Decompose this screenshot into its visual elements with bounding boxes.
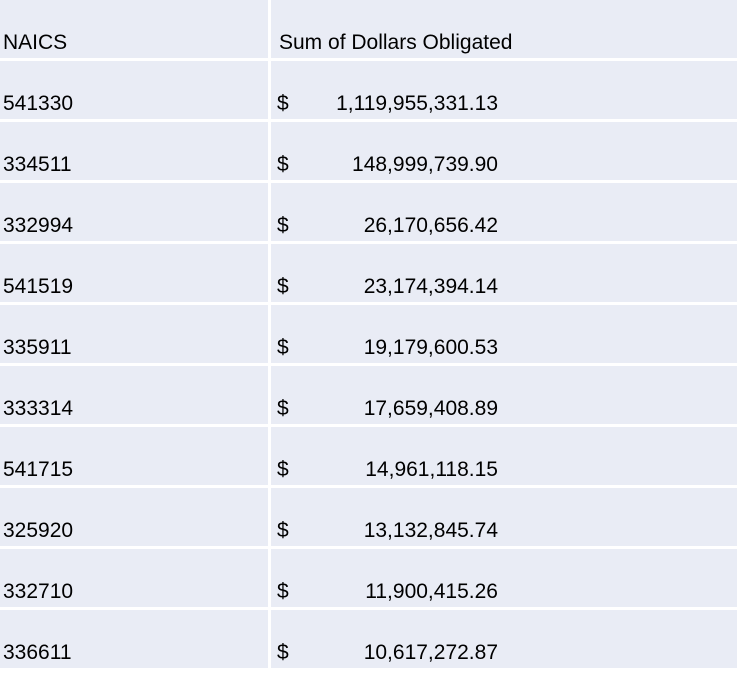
- dollar-amount: 26,170,656.42: [363, 214, 498, 237]
- naics-code: 334511: [3, 153, 72, 176]
- currency-symbol: $: [277, 275, 289, 298]
- header-sum-dollars: Sum of Dollars Obligated: [271, 0, 737, 58]
- dollar-amount: 17,659,408.89: [363, 397, 498, 420]
- currency-symbol: $: [277, 214, 289, 237]
- table-row-naics-cell: 541330: [0, 61, 268, 119]
- table-row-amount-cell: $19,179,600.53: [271, 305, 737, 363]
- table-row-amount-cell: $17,659,408.89: [271, 366, 737, 424]
- table-row-naics-cell: 541715: [0, 427, 268, 485]
- table-row-amount-cell: $13,132,845.74: [271, 488, 737, 546]
- naics-code: 332994: [3, 214, 74, 237]
- dollar-amount: 11,900,415.26: [365, 580, 498, 603]
- dollar-amount: 19,179,600.53: [363, 336, 498, 359]
- table-row-amount-cell: $26,170,656.42: [271, 183, 737, 241]
- dollar-amount: 148,999,739.90: [352, 153, 498, 176]
- dollar-amount: 13,132,845.74: [363, 519, 498, 542]
- table-row-amount-cell: $1,119,955,331.13: [271, 61, 737, 119]
- table-row-naics-cell: 541519: [0, 244, 268, 302]
- table-row-amount-cell: $14,961,118.15: [271, 427, 737, 485]
- naics-code: 332710: [3, 580, 74, 603]
- header-naics: NAICS: [0, 0, 268, 58]
- dollar-amount: 14,961,118.15: [365, 458, 498, 481]
- dollar-amount: 10,617,272.87: [363, 641, 498, 664]
- naics-table: NAICS Sum of Dollars Obligated 541330 $1…: [0, 0, 737, 668]
- table-row-naics-cell: 335911: [0, 305, 268, 363]
- table-row-amount-cell: $10,617,272.87: [271, 610, 737, 668]
- table-row-naics-cell: 334511: [0, 122, 268, 180]
- header-sum-dollars-label: Sum of Dollars Obligated: [279, 31, 513, 54]
- naics-code: 541330: [3, 92, 74, 115]
- table-row-amount-cell: $11,900,415.26: [271, 549, 737, 607]
- header-naics-label: NAICS: [3, 31, 68, 54]
- currency-symbol: $: [277, 519, 289, 542]
- currency-symbol: $: [277, 336, 289, 359]
- naics-code: 325920: [3, 519, 74, 542]
- naics-code: 336611: [3, 641, 72, 664]
- table-row-naics-cell: 332710: [0, 549, 268, 607]
- currency-symbol: $: [277, 153, 289, 176]
- table-row-amount-cell: $148,999,739.90: [271, 122, 737, 180]
- naics-code: 541715: [3, 458, 74, 481]
- currency-symbol: $: [277, 458, 289, 481]
- currency-symbol: $: [277, 641, 289, 664]
- naics-code: 333314: [3, 397, 74, 420]
- currency-symbol: $: [277, 92, 289, 115]
- currency-symbol: $: [277, 580, 289, 603]
- currency-symbol: $: [277, 397, 289, 420]
- table-row-amount-cell: $23,174,394.14: [271, 244, 737, 302]
- table-row-naics-cell: 325920: [0, 488, 268, 546]
- table-row-naics-cell: 333314: [0, 366, 268, 424]
- table-row-naics-cell: 336611: [0, 610, 268, 668]
- table-row-naics-cell: 332994: [0, 183, 268, 241]
- naics-code: 335911: [3, 336, 72, 359]
- dollar-amount: 1,119,955,331.13: [336, 92, 498, 115]
- dollar-amount: 23,174,394.14: [363, 275, 498, 298]
- naics-code: 541519: [3, 275, 74, 298]
